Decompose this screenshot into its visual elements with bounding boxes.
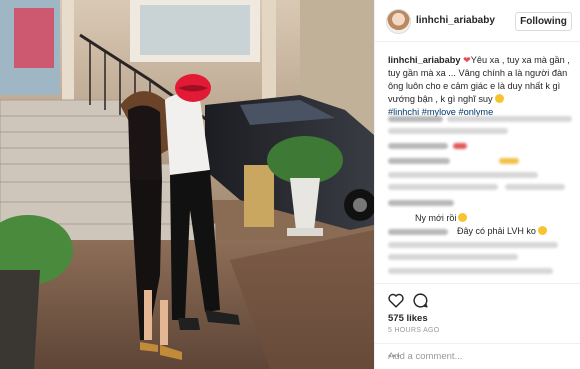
blurred-emoji [453,143,467,149]
post-header: linhchi_ariababy Following [375,0,580,42]
avatar[interactable] [386,9,411,34]
comment-text: Đây có phải LVH ko [457,226,536,236]
comment-text: Ny mới rồi [415,213,457,223]
blurred-emoji [499,158,519,164]
blurred-comment-username [388,116,443,122]
likes-count[interactable]: 575 likes [388,313,428,324]
comment-item: Đây có phải LVH ko [457,225,577,237]
blurred-comment-text [388,172,538,178]
post-timestamp[interactable]: 5 HOURS AGO [388,327,440,334]
heart-emoji-icon: ❤ [463,55,471,65]
emoji-icon [537,226,547,235]
emoji-icon [458,213,468,222]
post-actions: 575 likes 5 HOURS AGO [375,283,580,343]
caption-username[interactable]: linhchi_ariababy [388,55,461,65]
blurred-comment-username [388,200,454,206]
blurred-comment-text [388,184,498,190]
blurred-comment-text [447,116,572,122]
photo-scene [0,0,374,369]
blurred-comment-text [388,242,558,248]
blurred-comment-text [388,268,553,274]
blurred-comment-username [388,143,448,149]
post-photo[interactable] [0,0,374,369]
blurred-comment-username [388,229,448,235]
post-caption: linhchi_ariababy ❤Yêu xa , tuy xa mà gần… [388,54,576,119]
blurred-comment-text [505,184,565,190]
smile-emoji-icon [495,94,505,103]
comment-item: Ny mới rồi [415,212,580,224]
following-button[interactable]: Following [515,12,572,31]
ellipsis-icon[interactable]: ••• [388,351,401,362]
heart-outline-icon[interactable] [387,292,405,308]
blurred-comment-text [388,128,508,134]
blurred-comment-username [388,158,450,164]
add-comment-field[interactable]: Add a comment... ••• [375,343,580,369]
blurred-comment-text [388,254,518,260]
header-username[interactable]: linhchi_ariababy [416,15,495,26]
post-panel: linhchi_ariababy Following linhchi_ariab… [374,0,580,369]
speech-bubble-icon[interactable] [412,292,429,309]
